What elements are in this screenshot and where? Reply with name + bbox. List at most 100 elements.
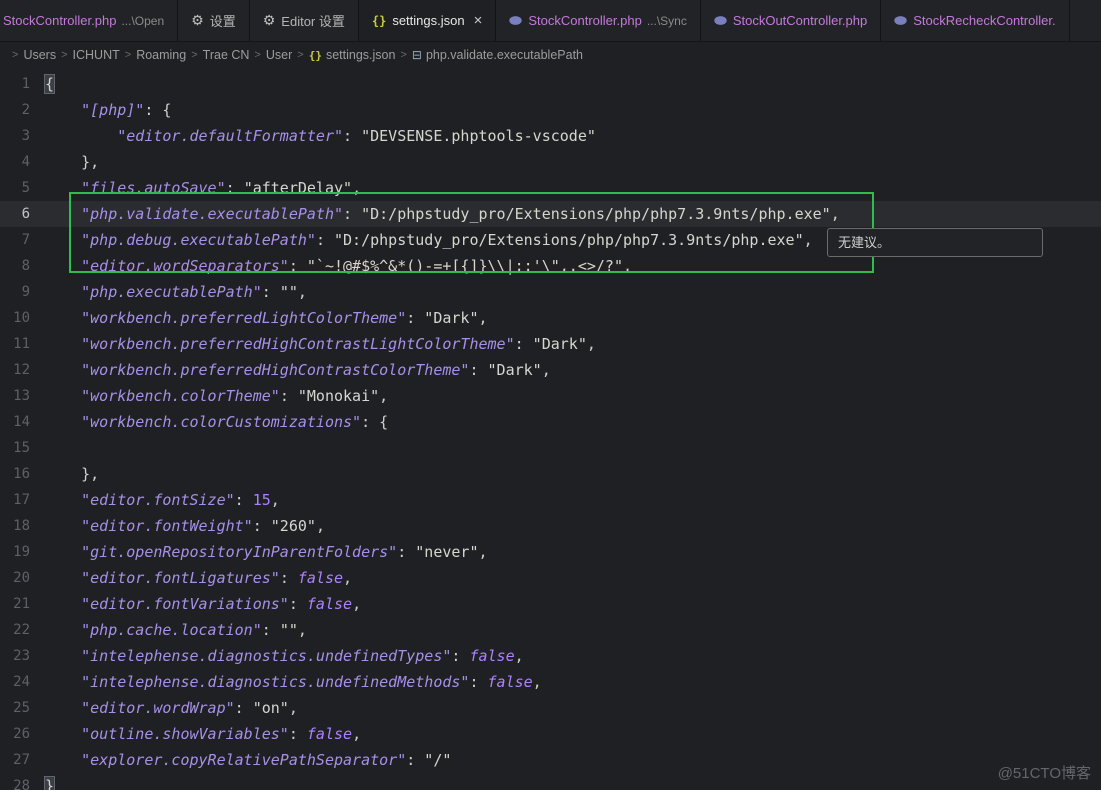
code-line-content[interactable]: "workbench.preferredHighContrastColorThe… xyxy=(30,357,551,383)
json-icon: {} xyxy=(309,49,322,62)
gear-icon: ⚙ xyxy=(191,13,204,29)
line-number[interactable]: 22 xyxy=(0,617,30,643)
code-line: 3 "editor.defaultFormatter": "DEVSENSE.p… xyxy=(0,123,1101,149)
code-line: 22 "php.cache.location": "", xyxy=(0,617,1101,643)
code-line-content[interactable]: "editor.wordSeparators": "`~!@#$%^&*()-=… xyxy=(30,253,632,279)
line-number[interactable]: 21 xyxy=(0,591,30,617)
line-number[interactable]: 25 xyxy=(0,695,30,721)
line-number[interactable]: 8 xyxy=(0,253,30,279)
line-number[interactable]: 27 xyxy=(0,747,30,773)
breadcrumb-item[interactable]: Trae CN xyxy=(203,48,250,62)
code-line-content[interactable]: "php.executablePath": "", xyxy=(30,279,307,305)
code-line: 5 "files.autoSave": "afterDelay", xyxy=(0,175,1101,201)
line-number[interactable]: 11 xyxy=(0,331,30,357)
line-number[interactable]: 26 xyxy=(0,721,30,747)
code-line-content[interactable]: { xyxy=(30,71,54,97)
breadcrumb-item[interactable]: Roaming xyxy=(136,48,186,62)
code-line-content[interactable]: "php.validate.executablePath": "D:/phpst… xyxy=(30,201,840,227)
line-number[interactable]: 28 xyxy=(0,773,30,790)
code-line-content[interactable]: } xyxy=(30,773,54,790)
code-line: 24 "intelephense.diagnostics.undefinedMe… xyxy=(0,669,1101,695)
tab-StockController.php[interactable]: StockController.php...\Sync xyxy=(496,0,700,41)
code-line-content[interactable]: "workbench.colorTheme": "Monokai", xyxy=(30,383,388,409)
line-number[interactable]: 4 xyxy=(0,149,30,175)
tab-Editor 设置[interactable]: ⚙ Editor 设置 xyxy=(250,0,359,41)
tab-label: Editor 设置 xyxy=(281,11,345,30)
code-line-content[interactable]: }, xyxy=(30,149,99,175)
tab-label: StockRecheckController. xyxy=(913,13,1055,28)
code-line: 10 "workbench.preferredLightColorTheme":… xyxy=(0,305,1101,331)
code-line-content[interactable]: "[php]": { xyxy=(30,97,171,123)
chevron-right-icon: > xyxy=(400,49,406,61)
line-number[interactable]: 14 xyxy=(0,409,30,435)
line-number[interactable]: 9 xyxy=(0,279,30,305)
gear-icon: ⚙ xyxy=(263,13,276,29)
line-number[interactable]: 10 xyxy=(0,305,30,331)
breadcrumb-item[interactable]: User xyxy=(266,48,292,62)
code-line: 27 "explorer.copyRelativePathSeparator":… xyxy=(0,747,1101,773)
line-number[interactable]: 20 xyxy=(0,565,30,591)
close-icon[interactable]: × xyxy=(474,13,483,28)
code-line-content[interactable]: "files.autoSave": "afterDelay", xyxy=(30,175,361,201)
code-line-content[interactable] xyxy=(30,435,45,461)
tab-label: StockController.php xyxy=(528,13,641,28)
line-number[interactable]: 17 xyxy=(0,487,30,513)
code-line-content[interactable]: "git.openRepositoryInParentFolders": "ne… xyxy=(30,539,488,565)
chevron-right-icon: > xyxy=(12,49,18,61)
tab-StockController.php[interactable]: StockController.php ...\Open xyxy=(0,0,178,41)
tab-path-hint: ...\Open xyxy=(121,14,164,28)
code-line-content[interactable]: "editor.fontVariations": false, xyxy=(30,591,361,617)
line-number[interactable]: 18 xyxy=(0,513,30,539)
tab-StockRecheckController.[interactable]: StockRecheckController. xyxy=(881,0,1069,41)
code-line: 20 "editor.fontLigatures": false, xyxy=(0,565,1101,591)
code-line-content[interactable]: "editor.fontWeight": "260", xyxy=(30,513,325,539)
line-number[interactable]: 23 xyxy=(0,643,30,669)
editor[interactable]: 1{2 "[php]": {3 "editor.defaultFormatter… xyxy=(0,68,1101,790)
line-number[interactable]: 12 xyxy=(0,357,30,383)
code-line-content[interactable]: "workbench.preferredLightColorTheme": "D… xyxy=(30,305,488,331)
line-number[interactable]: 6 xyxy=(0,201,30,227)
tab-StockOutController.php[interactable]: StockOutController.php xyxy=(701,0,881,41)
line-number[interactable]: 15 xyxy=(0,435,30,461)
code-line: 26 "outline.showVariables": false, xyxy=(0,721,1101,747)
breadcrumb-item[interactable]: ICHUNT xyxy=(73,48,120,62)
code-line: 12 "workbench.preferredHighContrastColor… xyxy=(0,357,1101,383)
breadcrumb-item[interactable]: {}settings.json xyxy=(309,48,396,62)
tab-label: settings.json xyxy=(392,13,464,28)
code-line-content[interactable]: "explorer.copyRelativePathSeparator": "/… xyxy=(30,747,451,773)
code-line: 19 "git.openRepositoryInParentFolders": … xyxy=(0,539,1101,565)
line-number[interactable]: 13 xyxy=(0,383,30,409)
code-line-content[interactable]: "intelephense.diagnostics.undefinedMetho… xyxy=(30,669,542,695)
line-number[interactable]: 16 xyxy=(0,461,30,487)
code-line-content[interactable]: "outline.showVariables": false, xyxy=(30,721,361,747)
code-line-content[interactable]: "intelephense.diagnostics.undefinedTypes… xyxy=(30,643,524,669)
tab-label: StockController.php xyxy=(3,13,116,28)
code-line-content[interactable]: "editor.wordWrap": "on", xyxy=(30,695,298,721)
line-number[interactable]: 3 xyxy=(0,123,30,149)
line-number[interactable]: 1 xyxy=(0,71,30,97)
line-number[interactable]: 24 xyxy=(0,669,30,695)
code-line-content[interactable]: "workbench.preferredHighContrastLightCol… xyxy=(30,331,596,357)
code-line-content[interactable]: "editor.fontSize": 15, xyxy=(30,487,280,513)
code-line-content[interactable]: "php.debug.executablePath": "D:/phpstudy… xyxy=(30,227,813,253)
tab-settings.json[interactable]: {}settings.json× xyxy=(359,0,496,41)
line-number[interactable]: 19 xyxy=(0,539,30,565)
code-line: 13 "workbench.colorTheme": "Monokai", xyxy=(0,383,1101,409)
code-line-content[interactable]: "workbench.colorCustomizations": { xyxy=(30,409,388,435)
line-number[interactable]: 5 xyxy=(0,175,30,201)
tab-bar: StockController.php...\Open⚙设置⚙Editor 设置… xyxy=(0,0,1101,42)
code-line-content[interactable]: "php.cache.location": "", xyxy=(30,617,307,643)
breadcrumb-item[interactable]: Users xyxy=(23,48,56,62)
line-number[interactable]: 7 xyxy=(0,227,30,253)
code-line-content[interactable]: "editor.defaultFormatter": "DEVSENSE.php… xyxy=(30,123,596,149)
chevron-right-icon: > xyxy=(254,49,260,61)
code-line: 1{ xyxy=(0,71,1101,97)
code-line-content[interactable]: "editor.fontLigatures": false, xyxy=(30,565,352,591)
breadcrumb-item[interactable]: ⊟php.validate.executablePath xyxy=(412,48,583,62)
tab-设置[interactable]: ⚙设置 xyxy=(178,0,250,41)
chevron-right-icon: > xyxy=(297,49,303,61)
line-number[interactable]: 2 xyxy=(0,97,30,123)
code-line: 14 "workbench.colorCustomizations": { xyxy=(0,409,1101,435)
tab-label: StockOutController.php xyxy=(733,13,867,28)
code-line-content[interactable]: }, xyxy=(30,461,99,487)
